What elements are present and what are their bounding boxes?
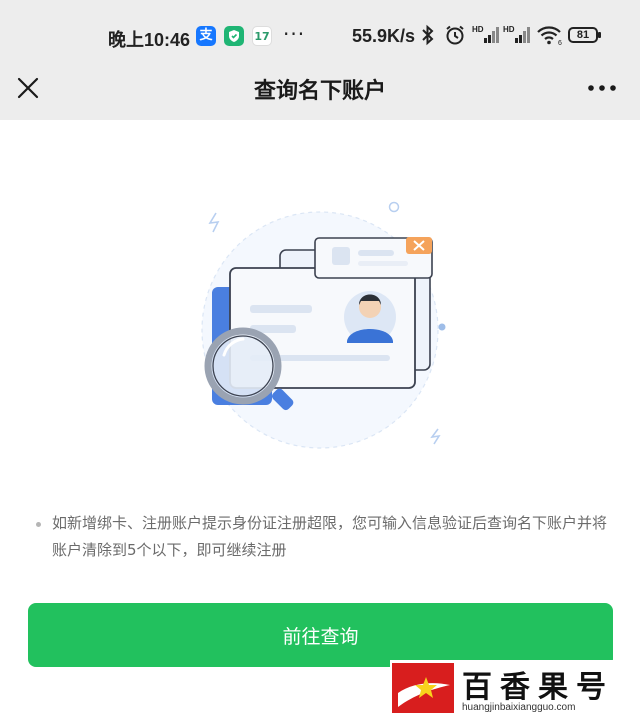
sparkle-icon-2 bbox=[430, 428, 441, 445]
nav-bar: 查询名下账户 bbox=[0, 60, 640, 116]
go-query-button[interactable]: 前往查询 bbox=[28, 603, 613, 667]
battery-indicator: 81 bbox=[568, 27, 601, 43]
network-speed: 55.9K/s bbox=[352, 26, 416, 46]
calendar-icon: 17 bbox=[252, 26, 272, 46]
signal-icon-2: HD bbox=[503, 25, 530, 43]
page-title: 查询名下账户 bbox=[253, 79, 386, 104]
sparkle-icon bbox=[208, 212, 220, 233]
top-bar: 晚上10:46 支 17 ··· 55.9K/s HD HD 6 81 查询名下… bbox=[0, 0, 640, 120]
signal-icon: HD bbox=[472, 25, 499, 43]
card-line bbox=[250, 305, 312, 313]
svg-text:HD: HD bbox=[503, 25, 515, 34]
bluetooth-icon bbox=[422, 24, 434, 46]
wifi-icon: 6 bbox=[537, 26, 562, 46]
small-card-line bbox=[358, 250, 394, 256]
id-card-search-illustration bbox=[201, 201, 446, 449]
notice-text: 如新增绑卡、注册账户提示身份证注册超限，您可输入信息验证后查询名下账户并将账户清… bbox=[52, 514, 608, 559]
small-card-photo bbox=[332, 247, 350, 265]
magnifier-lens bbox=[204, 327, 282, 405]
watermark-name: 百香果号 bbox=[462, 670, 614, 705]
decor-dot bbox=[388, 201, 400, 213]
watermark: 百香果号 huangjinbaixiangguo.com bbox=[390, 660, 640, 721]
svg-text:6: 6 bbox=[558, 40, 562, 46]
more-icon[interactable] bbox=[586, 78, 618, 98]
watermark-logo bbox=[392, 663, 454, 713]
notice-text-block: 如新增绑卡、注册账户提示身份证注册超限，您可输入信息验证后查询名下账户并将账户清… bbox=[36, 510, 616, 564]
decor-dot-2 bbox=[438, 323, 446, 331]
watermark-url: huangjinbaixiangguo.com bbox=[462, 702, 576, 713]
bullet-dot bbox=[36, 522, 41, 527]
alarm-icon bbox=[446, 25, 464, 45]
small-card-line-2 bbox=[358, 261, 408, 266]
more-notifications-icon: ··· bbox=[283, 22, 306, 46]
shield-app-icon bbox=[224, 26, 244, 46]
status-time: 晚上10:46 bbox=[108, 30, 191, 50]
alipay-icon: 支 bbox=[196, 26, 216, 46]
svg-text:HD: HD bbox=[472, 25, 484, 34]
